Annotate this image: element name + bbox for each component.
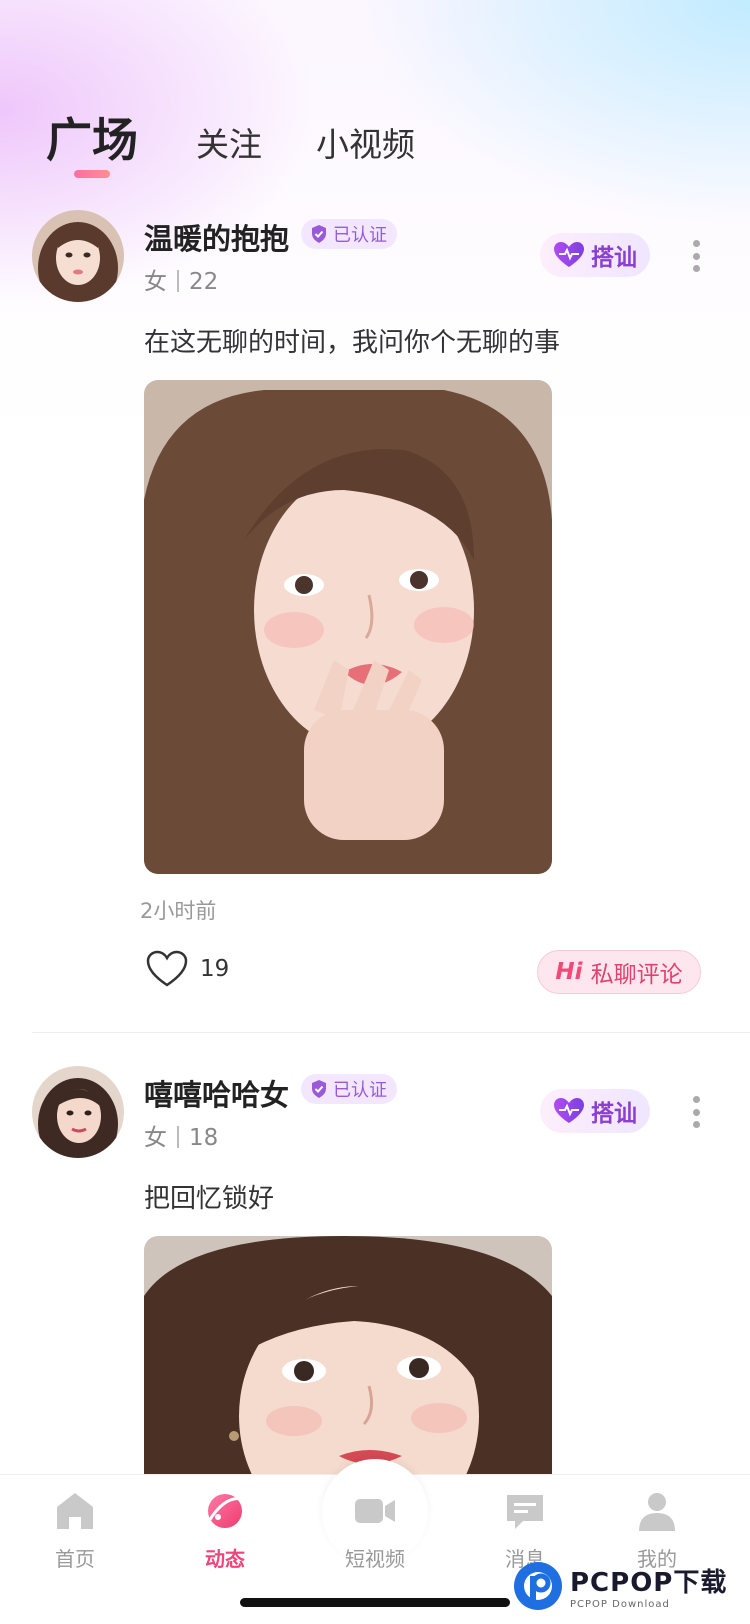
tabbar-label: 首页	[55, 1547, 95, 1571]
tabbar-label: 动态	[205, 1547, 245, 1571]
greet-label: 搭讪	[591, 245, 637, 271]
verified-badge: 已认证	[301, 1074, 397, 1104]
gender: 女	[144, 1125, 167, 1151]
tab-square[interactable]: 广场	[46, 104, 138, 170]
heart-pulse-icon	[554, 1098, 584, 1123]
shield-check-icon	[312, 1080, 326, 1098]
more-options-icon[interactable]	[690, 240, 702, 272]
tabbar-label: 短视频	[345, 1547, 405, 1571]
heart-pulse-icon	[554, 242, 584, 267]
post-text: 把回忆锁好	[144, 1184, 275, 1214]
heart-outline-icon	[146, 950, 188, 987]
post-image[interactable]	[144, 380, 552, 874]
video-camera-icon	[355, 1499, 395, 1523]
profile-icon	[639, 1493, 675, 1531]
post-text: 在这无聊的时间，我问你个无聊的事	[144, 328, 561, 358]
avatar[interactable]	[32, 210, 124, 302]
post-time: 2小时前	[140, 899, 217, 923]
private-comment-label: 私聊评论	[590, 962, 683, 988]
hi-icon: Hi	[555, 959, 583, 985]
post-image[interactable]	[144, 1236, 552, 1480]
pcpop-logo-icon	[514, 1562, 562, 1610]
private-comment-button[interactable]: Hi 私聊评论	[537, 950, 701, 994]
like-button[interactable]: 19	[146, 950, 229, 988]
watermark: PCPOP下载 PCPOP Download	[512, 1550, 748, 1622]
tab-follow[interactable]: 关注	[196, 118, 262, 166]
tabbar-item-short-video[interactable]: 短视频	[315, 1489, 435, 1572]
user-meta: 女 22	[144, 262, 218, 296]
tabbar-item-feed[interactable]: 动态	[165, 1489, 285, 1572]
tab-short-video[interactable]: 小视频	[316, 118, 415, 166]
meta-divider	[177, 270, 179, 292]
username[interactable]: 嘻嘻哈哈女	[144, 1072, 289, 1114]
verified-label: 已认证	[333, 225, 387, 246]
verified-label: 已认证	[333, 1080, 387, 1101]
verified-badge: 已认证	[301, 219, 397, 249]
active-tab-indicator	[74, 170, 110, 178]
age: 22	[189, 269, 219, 295]
planet-icon	[207, 1494, 244, 1528]
meta-divider	[177, 1126, 179, 1148]
shield-check-icon	[312, 225, 326, 243]
gender: 女	[144, 269, 167, 295]
home-indicator	[240, 1598, 510, 1607]
greet-button[interactable]: 搭讪	[540, 1089, 650, 1133]
avatar[interactable]	[32, 1066, 124, 1158]
user-meta: 女 18	[144, 1118, 218, 1152]
more-options-icon[interactable]	[690, 1096, 702, 1128]
header-background-gradient	[0, 0, 750, 430]
watermark-brand: PCPOP下载	[570, 1568, 728, 1598]
watermark-sub: PCPOP Download	[570, 1599, 670, 1610]
username[interactable]: 温暖的抱抱	[144, 216, 289, 258]
home-icon	[57, 1493, 93, 1529]
greet-label: 搭讪	[591, 1101, 637, 1127]
like-count: 19	[200, 956, 230, 982]
post-divider	[32, 1032, 750, 1033]
age: 18	[189, 1125, 219, 1151]
tabbar-item-home[interactable]: 首页	[15, 1489, 135, 1572]
message-icon	[507, 1495, 543, 1529]
greet-button[interactable]: 搭讪	[540, 233, 650, 277]
